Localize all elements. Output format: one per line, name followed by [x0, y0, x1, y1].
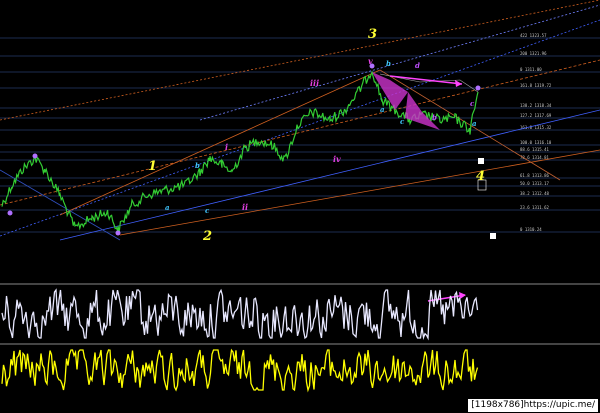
arrow-head [455, 80, 462, 87]
target-box [490, 233, 496, 239]
fib-level-label: 138.2 1318.34 [520, 103, 552, 108]
trend-line [0, 0, 600, 121]
wave-label-iv: iv [333, 154, 341, 164]
wave-label-3: 3 [368, 27, 377, 42]
wave-label-1: 1 [148, 159, 157, 174]
trend-line [59, 69, 381, 216]
target-box [478, 158, 484, 164]
fib-level-label: 161.8 1319.72 [520, 83, 552, 88]
wave-sub-label: a [472, 119, 477, 128]
wave-labels: 1234iiiiiiivvabcabc abcd [148, 27, 485, 244]
wave-sub-label: a [165, 203, 170, 212]
wave-sub-label: c [400, 117, 405, 126]
fibonacci-levels: 422 1323.57200 1321.960 1311.00161.8 131… [0, 33, 600, 233]
fib-level-label: 127.2 1317.69 [520, 113, 552, 118]
trend-line [0, 169, 121, 241]
fib-level-label: 38.2 1312.48 [520, 191, 549, 196]
oscillator-line [1, 288, 479, 341]
fib-level-label: 0 1311.00 [520, 67, 542, 72]
oscillator-panel-2 [1, 348, 479, 393]
fib-level-label: 100.0 1316.10 [520, 140, 552, 145]
wave-label-ii: ii [242, 202, 248, 212]
wave-sub-label: b [195, 161, 200, 170]
chart-stage: 422 1323.57200 1321.960 1311.00161.8 131… [0, 0, 600, 393]
harmonic-pattern [372, 72, 496, 302]
trend-channels [0, 0, 600, 241]
pivot-marker [7, 210, 13, 216]
price-panel: 422 1323.57200 1321.960 1311.00161.8 131… [0, 0, 600, 302]
fib-level-label: 61.8 1313.86 [520, 173, 549, 178]
fib-level-label: 23.6 1311.62 [520, 205, 549, 210]
trend-line [59, 109, 600, 241]
pivot-marker [32, 153, 38, 159]
wave-sub-label: b [432, 113, 437, 122]
fib-level-label: 78.6 1314.81 [520, 155, 549, 160]
trend-line [0, 19, 600, 237]
fib-level-label: 0 1310.24 [520, 227, 542, 232]
pivot-marker [115, 230, 121, 236]
wave-sub-label: d [415, 61, 420, 70]
watermark[interactable]: [1198x786]https://upic.me/ [468, 399, 598, 412]
pivot-marker [475, 85, 481, 91]
wave-label-4: 4 [476, 169, 485, 184]
wave-sub-label: c [470, 99, 475, 108]
fib-level-label: 422 1323.57 [520, 33, 547, 38]
oscillator-panel-1 [1, 288, 479, 341]
fib-level-label: 88.6 1315.41 [520, 147, 549, 152]
trend-line [0, 59, 600, 206]
wave-sub-label: a [380, 105, 385, 114]
wave-label-iii: iii [310, 78, 319, 88]
wave-label-2: 2 [202, 229, 212, 244]
oscillator-line [1, 348, 479, 393]
wave-sub-label: b [386, 59, 391, 68]
fib-level-label: 50.0 1313.17 [520, 181, 549, 186]
wave-sub-label: c [205, 206, 210, 215]
wave-label-i: i [225, 142, 228, 152]
wave-label-v: v [368, 56, 373, 66]
fib-level-label: 200 1321.96 [520, 51, 547, 56]
